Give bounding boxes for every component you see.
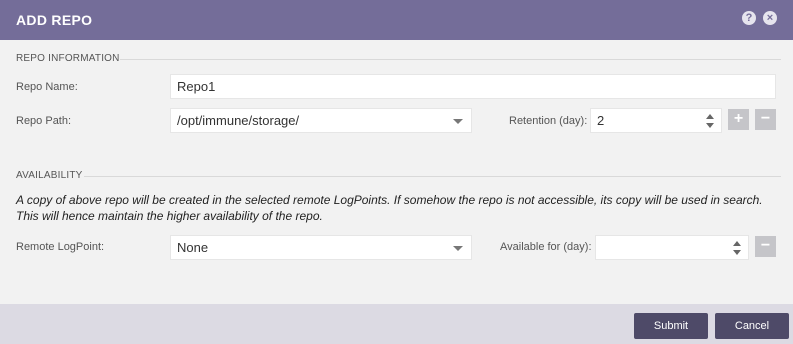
repo-path-value: /opt/immune/storage/: [177, 113, 300, 128]
cancel-button[interactable]: Cancel: [715, 313, 789, 339]
remote-logpoint-label: Remote LogPoint:: [16, 241, 105, 253]
retention-input[interactable]: 2: [590, 108, 722, 133]
chevron-down-icon: [453, 119, 463, 124]
close-icon[interactable]: ×: [763, 11, 777, 25]
add-retention-button[interactable]: +: [728, 109, 749, 130]
availability-heading: AVAILABILITY: [16, 170, 83, 181]
spinner-icon[interactable]: [706, 114, 714, 128]
remote-logpoint-value: None: [177, 240, 209, 255]
repo-path-select[interactable]: /opt/immune/storage/: [170, 108, 472, 133]
retention-label: Retention (day):: [509, 115, 588, 127]
dialog-titlebar: ADD REPO ? ×: [0, 0, 793, 40]
chevron-down-icon: [453, 246, 463, 251]
repo-name-label: Repo Name:: [16, 81, 78, 93]
dialog-footer: Submit Cancel: [0, 304, 793, 344]
section-divider: [120, 59, 781, 60]
dialog-title: ADD REPO: [16, 12, 93, 28]
spinner-icon[interactable]: [733, 241, 741, 255]
availability-notice: A copy of above repo will be created in …: [16, 193, 763, 223]
available-for-input[interactable]: [595, 235, 749, 260]
retention-value: 2: [597, 113, 605, 128]
section-divider: [84, 176, 781, 177]
remove-availability-button[interactable]: −: [755, 236, 776, 257]
available-for-label: Available for (day):: [500, 241, 592, 253]
remote-logpoint-select[interactable]: None: [170, 235, 472, 260]
remove-retention-button[interactable]: −: [755, 109, 776, 130]
repo-information-heading: REPO INFORMATION: [16, 53, 120, 64]
submit-button[interactable]: Submit: [634, 313, 708, 339]
repo-path-label: Repo Path:: [16, 115, 72, 127]
repo-name-input[interactable]: Repo1: [170, 74, 776, 99]
help-icon[interactable]: ?: [742, 11, 756, 25]
